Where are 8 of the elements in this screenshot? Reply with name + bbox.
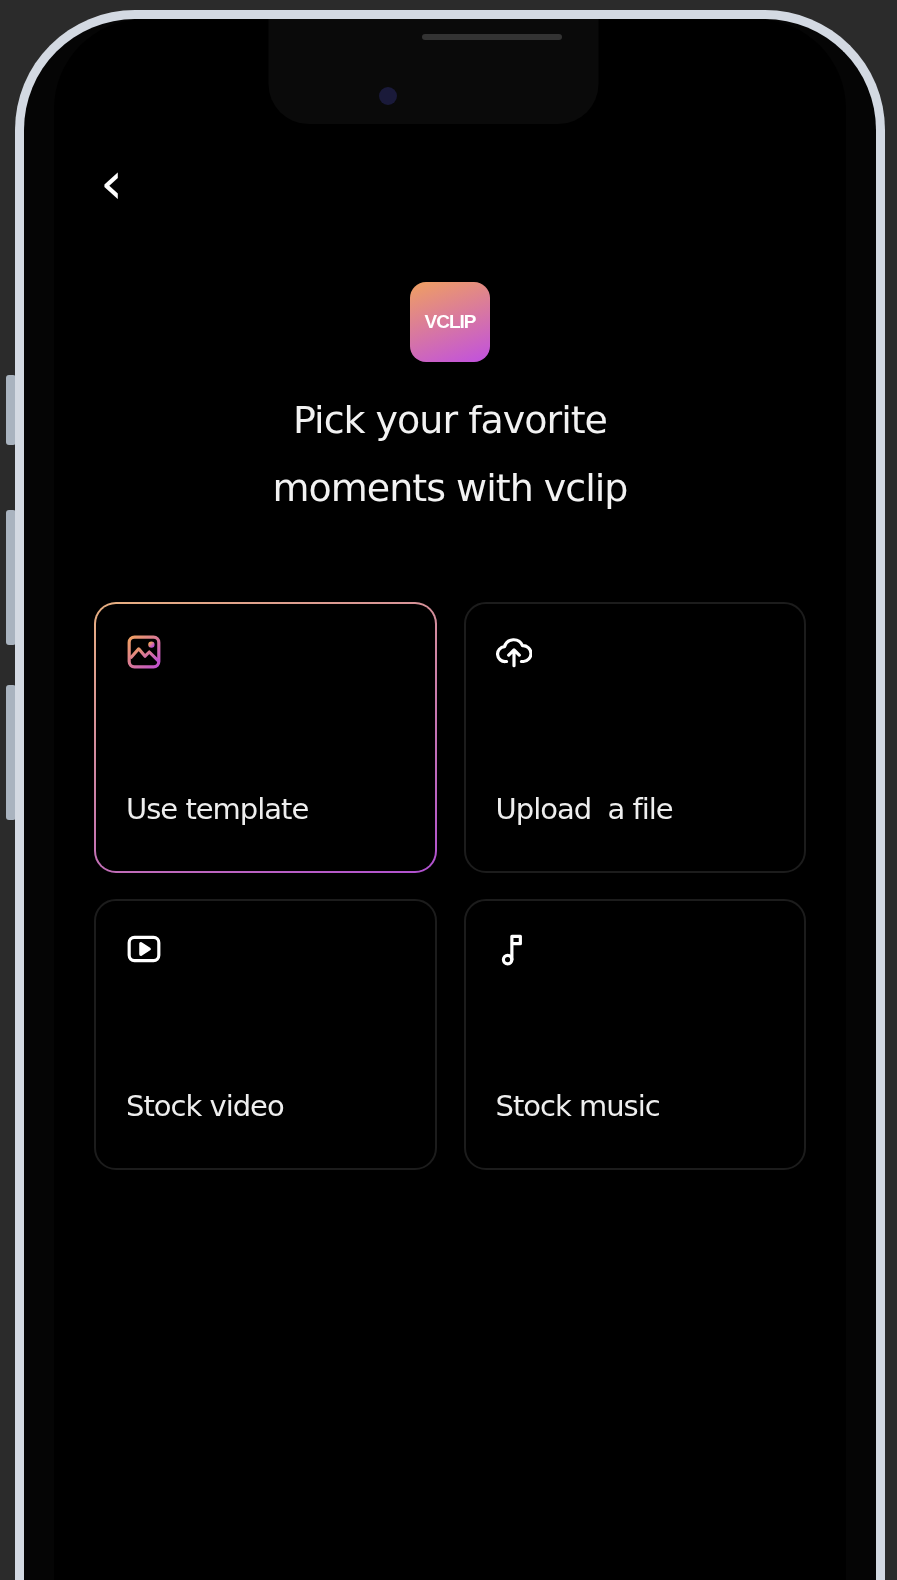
- option-card[interactable]: Stock video: [94, 899, 437, 1170]
- option-card[interactable]: Use template: [94, 602, 437, 873]
- app-logo: VCLIP: [410, 282, 490, 362]
- back-button[interactable]: ‹: [94, 154, 130, 212]
- option-card[interactable]: Stock music: [463, 899, 806, 1170]
- image-icon: [126, 634, 162, 670]
- option-card[interactable]: Upload a file: [463, 602, 806, 873]
- screen-title: Pick your favorite moments with vclip: [271, 397, 629, 512]
